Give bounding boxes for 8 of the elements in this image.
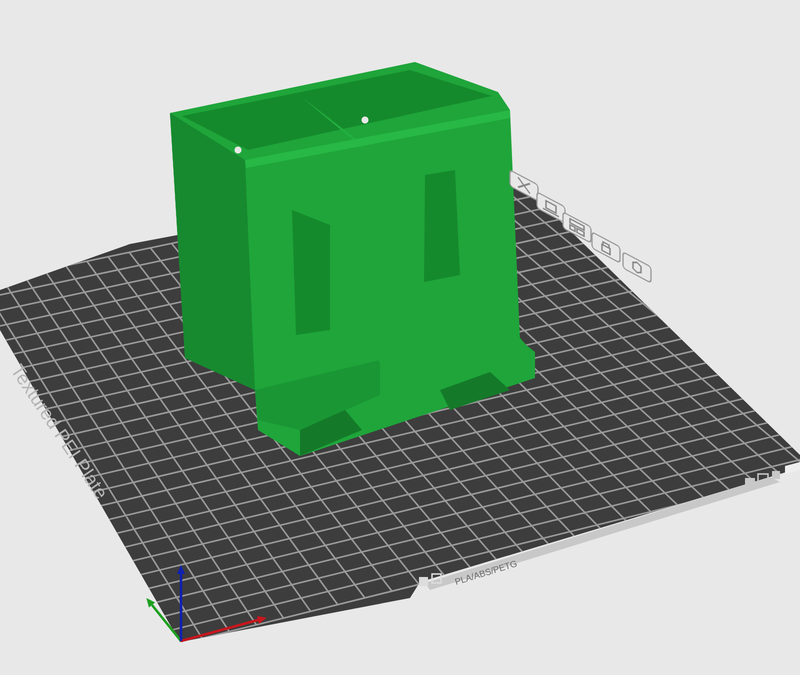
arrange-icon[interactable] (536, 191, 566, 224)
lock-icon[interactable] (591, 231, 621, 264)
plate-type-icon (745, 471, 780, 486)
battery-dispenser-model[interactable] (170, 62, 535, 456)
layout-icon[interactable] (562, 211, 592, 244)
plate-badge-icon (419, 573, 442, 586)
delete-icon[interactable] (509, 169, 539, 202)
y-axis-arrow (146, 598, 182, 642)
